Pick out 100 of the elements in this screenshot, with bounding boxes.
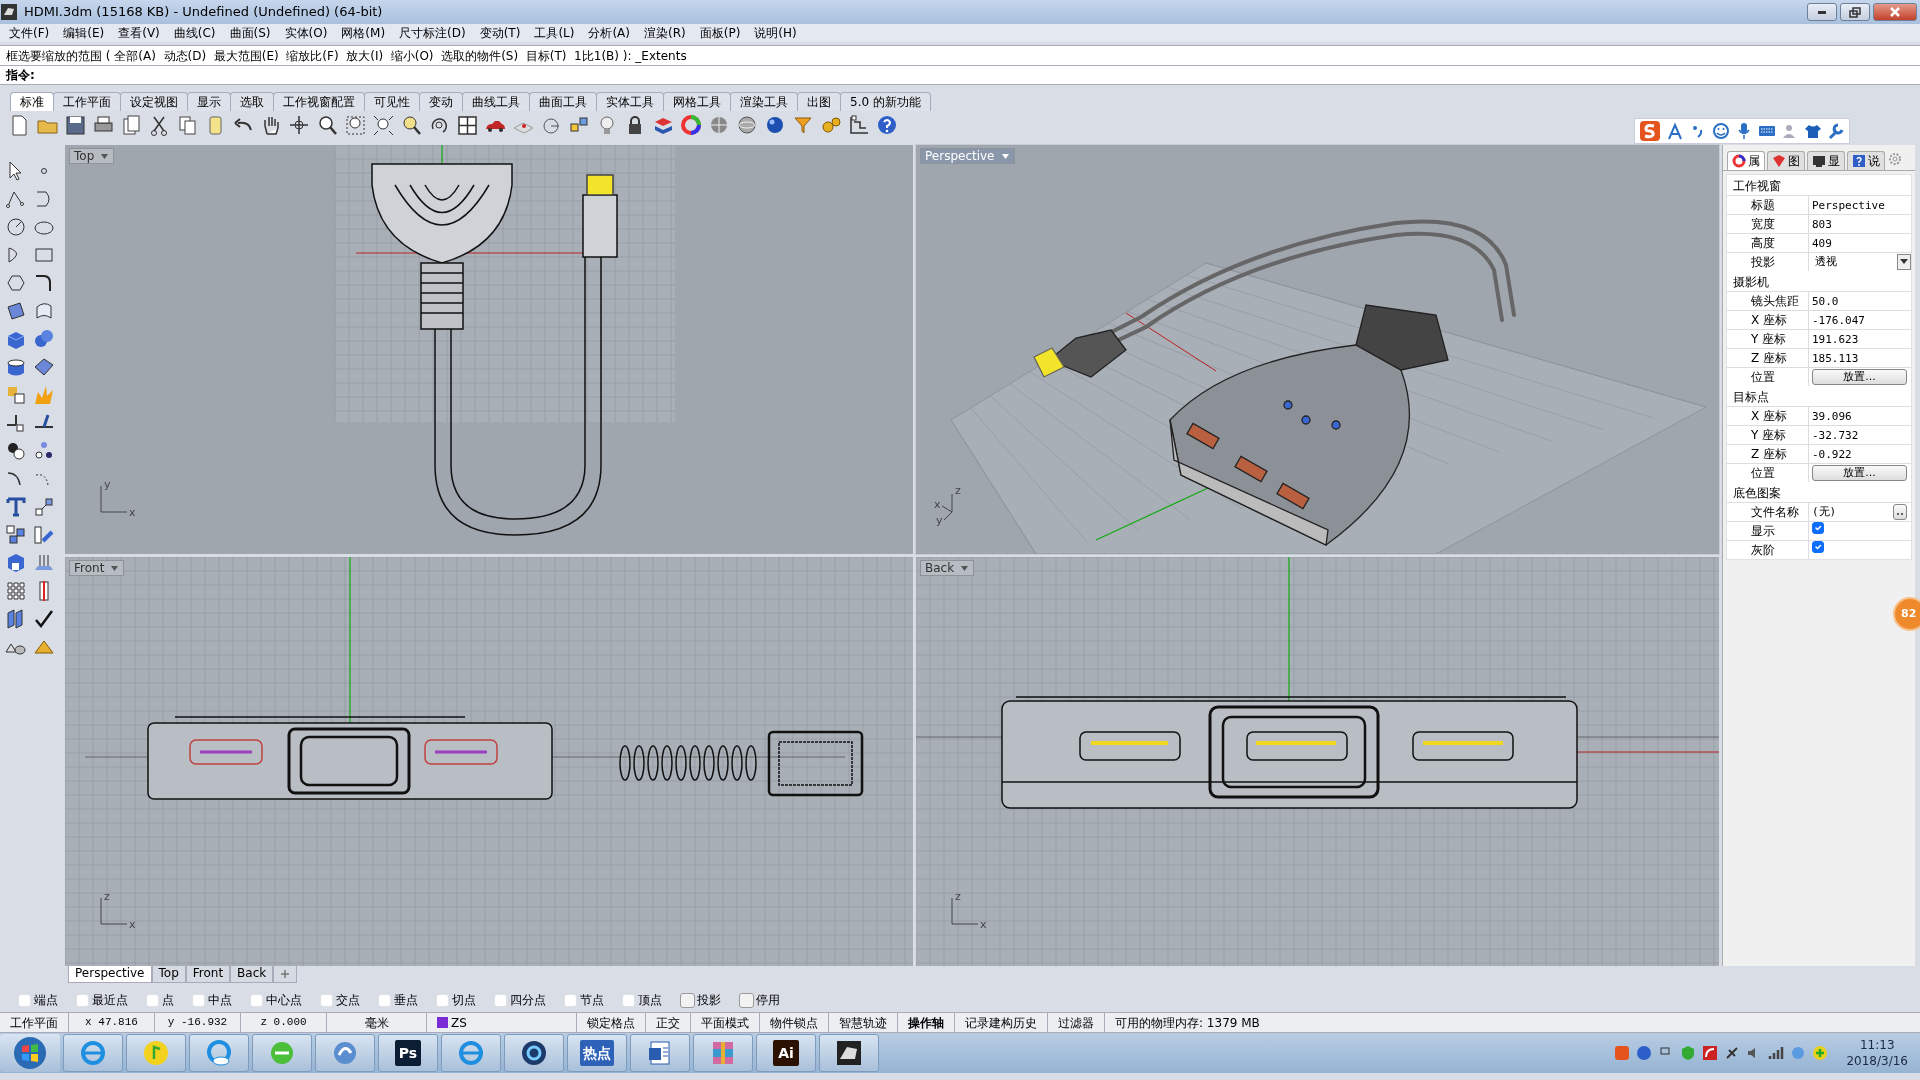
viewport-title-tab[interactable]: Front <box>69 560 125 576</box>
menu-item[interactable]: 曲面(S) <box>222 25 278 41</box>
osnap-checkbox[interactable] <box>564 993 577 1007</box>
menu-item[interactable]: 尺寸标注(D) <box>392 25 473 41</box>
color-wheel-icon[interactable] <box>680 113 703 137</box>
copy-icon[interactable] <box>176 113 199 137</box>
array-icon[interactable] <box>4 523 28 547</box>
viewport[interactable]: Top y x <box>65 145 913 554</box>
ime-toolbar[interactable] <box>1634 118 1850 144</box>
menu-item[interactable]: 实体(O) <box>277 25 335 41</box>
panel-tab[interactable]: 属 <box>1727 151 1765 170</box>
osnap-checkbox[interactable] <box>146 993 159 1007</box>
viewport[interactable]: Back z x <box>916 557 1719 966</box>
save-icon[interactable] <box>64 113 87 137</box>
toolbar-tab[interactable]: 工作平面 <box>53 92 121 111</box>
taskbar-app[interactable]: Ai <box>756 1034 816 1072</box>
help-icon[interactable] <box>1636 1045 1653 1061</box>
dimension-icon[interactable] <box>848 113 871 137</box>
circle-icon[interactable] <box>4 215 28 239</box>
settings-icon[interactable] <box>1887 151 1903 167</box>
toggle-button[interactable] <box>680 992 695 1008</box>
dropdown-button[interactable] <box>1897 254 1911 270</box>
toggle-button[interactable] <box>739 992 754 1008</box>
status-toggle[interactable]: 过滤器 <box>1048 1013 1105 1032</box>
toolbar-tab[interactable]: 曲线工具 <box>462 92 530 111</box>
toolbar-tab[interactable]: 可见性 <box>364 92 420 111</box>
toolbar-tab[interactable]: 曲面工具 <box>529 92 597 111</box>
panel-tab[interactable]: 说 <box>1847 151 1885 170</box>
start-button[interactable] <box>0 1034 60 1072</box>
caret-icon[interactable] <box>960 563 970 573</box>
osnap-checkbox[interactable] <box>436 993 449 1007</box>
caret-icon[interactable] <box>110 563 120 573</box>
pages-icon[interactable] <box>120 113 143 137</box>
help-icon[interactable] <box>876 113 899 137</box>
toolbar-tab[interactable]: 5.0 的新功能 <box>840 92 931 111</box>
layer-selector[interactable]: ZS <box>427 1013 577 1032</box>
viewport-title-tab[interactable]: Top <box>69 148 115 164</box>
osnap-checkbox[interactable] <box>18 993 31 1007</box>
place-button[interactable]: 放置... <box>1812 369 1907 385</box>
microphone-icon[interactable] <box>1735 122 1753 140</box>
menu-item[interactable]: 工具(L) <box>527 25 582 41</box>
taskbar-app[interactable] <box>504 1034 564 1072</box>
scale-icon[interactable] <box>32 495 56 519</box>
menu-item[interactable]: 曲线(C) <box>166 25 223 41</box>
move-arrows-icon[interactable] <box>288 113 311 137</box>
checkbox[interactable] <box>1812 541 1824 553</box>
osnap-checkbox[interactable] <box>250 993 263 1007</box>
four-viewports-icon[interactable] <box>456 113 479 137</box>
toolbar-tab[interactable]: 工作视窗配置 <box>273 92 365 111</box>
toolbar-tab[interactable]: 标准 <box>10 92 54 111</box>
toolbar-tab[interactable]: 选取 <box>230 92 274 111</box>
place-button[interactable]: 放置... <box>1812 465 1907 481</box>
status-toggle[interactable]: 正交 <box>646 1013 691 1032</box>
command-prompt[interactable]: 指令: <box>0 65 1920 85</box>
menu-item[interactable]: 说明(H) <box>747 25 804 41</box>
close-button[interactable] <box>1873 3 1917 21</box>
wireframe-sphere-icon[interactable] <box>736 113 759 137</box>
toolbar-tab[interactable]: 实体工具 <box>596 92 664 111</box>
status-toggle[interactable]: 物件锁点 <box>760 1013 829 1032</box>
toolbar-tab[interactable]: 变动 <box>419 92 463 111</box>
osnap-checkbox[interactable] <box>378 993 391 1007</box>
menu-item[interactable]: 编辑(E) <box>56 25 112 41</box>
smiley-icon[interactable] <box>1712 122 1730 140</box>
taskbar-app[interactable] <box>630 1034 690 1072</box>
status-toggle[interactable]: 记录建构历史 <box>955 1013 1048 1032</box>
checkbox[interactable] <box>1812 522 1824 534</box>
restore-button[interactable] <box>1840 3 1870 21</box>
signal-bars-icon[interactable] <box>1768 1045 1785 1061</box>
align-icon[interactable] <box>32 523 56 547</box>
menu-item[interactable]: 渲染(R) <box>637 25 693 41</box>
wrench-icon[interactable] <box>1827 122 1845 140</box>
grid-dots-icon[interactable] <box>4 579 28 603</box>
zoom-window-icon[interactable] <box>344 113 367 137</box>
surface-points-icon[interactable] <box>4 299 28 323</box>
caret-icon[interactable] <box>1000 151 1010 161</box>
osnap-checkbox[interactable] <box>76 993 89 1007</box>
taskbar-app[interactable]: Ps <box>378 1034 438 1072</box>
satellite-icon[interactable] <box>1724 1045 1741 1061</box>
toolbar-tab[interactable]: 设定视图 <box>120 92 188 111</box>
osnap-checkbox[interactable] <box>320 993 333 1007</box>
zoom-extents-icon[interactable] <box>372 113 395 137</box>
viewport[interactable]: Front z x <box>65 557 913 966</box>
osnap-checkbox[interactable] <box>622 993 635 1007</box>
osnap-checkbox[interactable] <box>192 993 205 1007</box>
letter-a-icon[interactable] <box>1666 122 1684 140</box>
minimize-button[interactable] <box>1807 3 1837 21</box>
taskbar-app[interactable] <box>819 1034 879 1072</box>
status-toggle[interactable]: 锁定格点 <box>577 1013 646 1032</box>
toolbar-tab[interactable]: 出图 <box>797 92 841 111</box>
zoom-icon[interactable] <box>316 113 339 137</box>
menu-item[interactable]: 文件(F) <box>2 25 57 41</box>
sogou-logo-icon[interactable] <box>1639 120 1661 142</box>
zoom-selected-icon[interactable] <box>400 113 423 137</box>
viewport[interactable]: Perspective z x y <box>916 145 1719 554</box>
toolbar-tab[interactable]: 网格工具 <box>663 92 731 111</box>
menu-item[interactable]: 分析(A) <box>581 25 637 41</box>
taskbar-app[interactable]: 热点 <box>567 1034 627 1072</box>
panel-tab[interactable]: 显 <box>1807 151 1845 170</box>
text-icon[interactable] <box>4 495 28 519</box>
toolbar-tab[interactable]: 渲染工具 <box>730 92 798 111</box>
